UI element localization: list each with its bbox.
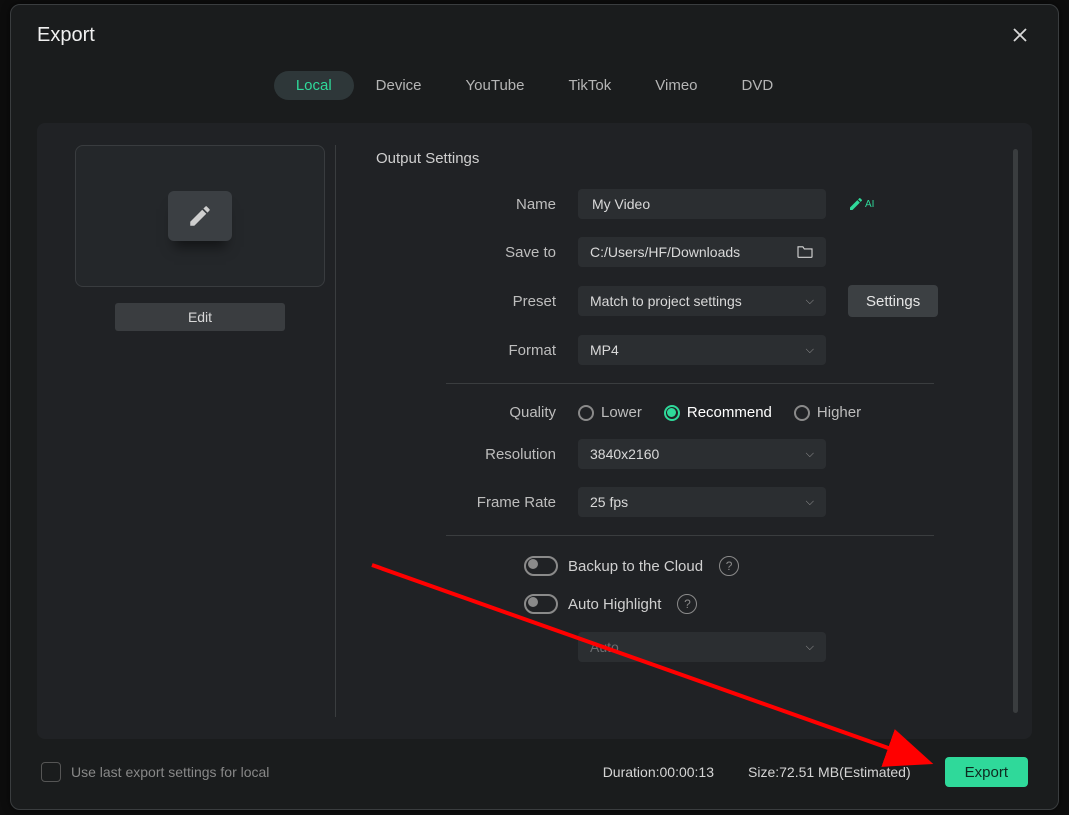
chevron-down-icon: ⌵ — [806, 344, 814, 357]
quality-radios: Lower Recommend Higher — [578, 404, 861, 421]
tab-youtube[interactable]: YouTube — [444, 71, 547, 100]
section-title: Output Settings — [376, 150, 984, 167]
use-last-settings-checkbox[interactable] — [41, 762, 61, 782]
framerate-select[interactable]: 25 fps ⌵ — [578, 487, 826, 517]
quality-radio-recommend[interactable]: Recommend — [664, 404, 772, 421]
preset-label: Preset — [376, 293, 578, 310]
tab-dvd[interactable]: DVD — [720, 71, 796, 100]
dialog-header: Export — [11, 5, 1058, 57]
duration-stat: Duration:00:00:13 — [603, 764, 714, 780]
size-stat: Size:72.51 MB(Estimated) — [748, 764, 911, 780]
backup-toggle[interactable] — [524, 556, 558, 576]
export-dialog: Export LocalDeviceYouTubeTikTokVimeoDVD … — [10, 4, 1059, 810]
dialog-footer: Use last export settings for local Durat… — [11, 739, 1058, 809]
chevron-down-icon: ⌵ — [806, 641, 814, 654]
vertical-divider — [335, 145, 336, 717]
export-button[interactable]: Export — [945, 757, 1028, 787]
chevron-down-icon: ⌵ — [806, 496, 814, 509]
close-icon[interactable] — [1008, 23, 1032, 47]
format-select[interactable]: MP4 ⌵ — [578, 335, 826, 365]
help-icon[interactable]: ? — [719, 556, 739, 576]
resolution-label: Resolution — [376, 446, 578, 463]
preset-select[interactable]: Match to project settings ⌵ — [578, 286, 826, 316]
ai-icon[interactable]: AI — [848, 196, 874, 212]
framerate-label: Frame Rate — [376, 494, 578, 511]
dialog-title: Export — [37, 24, 95, 47]
backup-label: Backup to the Cloud — [568, 558, 703, 575]
use-last-settings-label: Use last export settings for local — [71, 764, 269, 780]
saveto-field[interactable]: C:/Users/HF/Downloads — [578, 237, 826, 267]
quality-radio-higher[interactable]: Higher — [794, 404, 861, 421]
name-input[interactable] — [578, 189, 826, 219]
main-panel: Edit Output Settings Name AI Save to C:/… — [37, 123, 1032, 739]
edit-button[interactable]: Edit — [115, 303, 285, 331]
divider — [446, 383, 934, 384]
tab-local[interactable]: Local — [274, 71, 354, 100]
highlight-label: Auto Highlight — [568, 596, 661, 613]
quality-radio-lower[interactable]: Lower — [578, 404, 642, 421]
folder-icon[interactable] — [796, 244, 814, 261]
resolution-select[interactable]: 3840x2160 ⌵ — [578, 439, 826, 469]
tab-device[interactable]: Device — [354, 71, 444, 100]
highlight-sub-select[interactable]: Auto ⌵ — [578, 632, 826, 662]
format-label: Format — [376, 342, 578, 359]
pencil-icon — [168, 191, 232, 241]
scrollbar[interactable] — [1013, 149, 1018, 713]
tab-tiktok[interactable]: TikTok — [546, 71, 633, 100]
quality-label: Quality — [376, 404, 578, 421]
name-label: Name — [376, 196, 578, 213]
chevron-down-icon: ⌵ — [806, 448, 814, 461]
video-preview[interactable] — [75, 145, 325, 287]
help-icon[interactable]: ? — [677, 594, 697, 614]
highlight-toggle[interactable] — [524, 594, 558, 614]
divider — [446, 535, 934, 536]
tab-vimeo[interactable]: Vimeo — [633, 71, 719, 100]
saveto-label: Save to — [376, 244, 578, 261]
chevron-down-icon: ⌵ — [806, 295, 814, 308]
settings-button[interactable]: Settings — [848, 285, 938, 317]
export-tabs: LocalDeviceYouTubeTikTokVimeoDVD — [11, 57, 1058, 108]
